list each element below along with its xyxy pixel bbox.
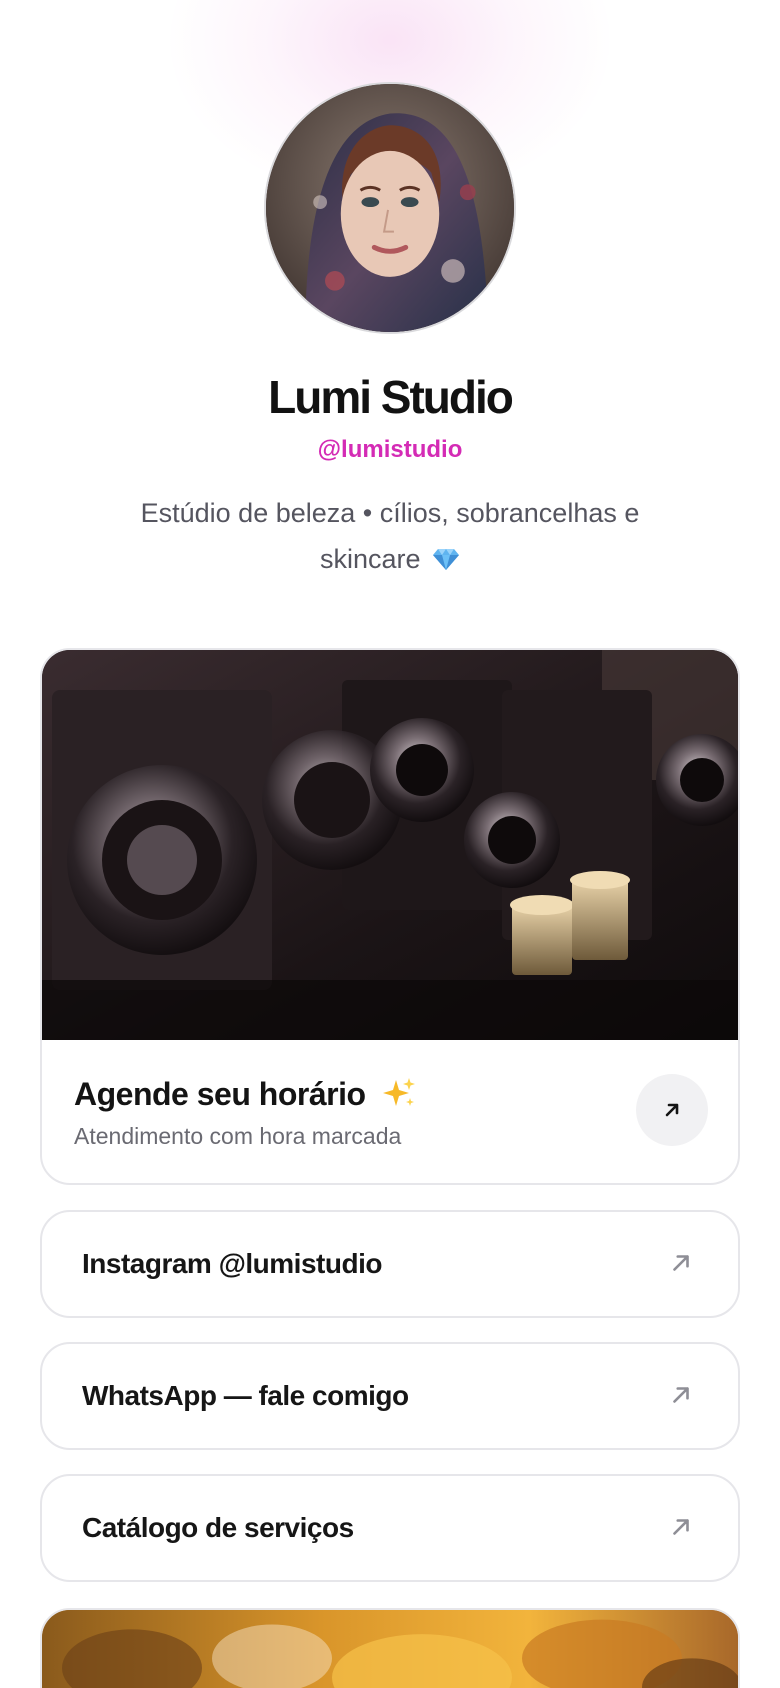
link-label: WhatsApp — fale comigo: [82, 1380, 409, 1411]
avatar: [264, 82, 516, 334]
featured-subtitle: Atendimento com hora marcada: [74, 1123, 402, 1149]
link-in-bio-page: Lumi Studio @lumistudio Estúdio de belez…: [0, 0, 780, 1688]
autumn-leaves-photo: [42, 1610, 738, 1688]
link-catalogo[interactable]: Catálogo de serviços: [40, 1474, 740, 1582]
featured-link-card-2[interactable]: [40, 1608, 740, 1688]
featured-image: [42, 650, 738, 1040]
featured-link-card[interactable]: Agende seu horário Atendimento com hora …: [40, 648, 740, 1185]
bio-text: Estúdio de beleza • cílios, sobrancelhas…: [140, 498, 640, 574]
profile-name: Lumi Studio: [268, 371, 514, 423]
sparkles-icon: [382, 1076, 416, 1110]
arrow-up-right-icon: [673, 1387, 689, 1403]
arrow-up-right-icon: [673, 1255, 689, 1271]
featured-title-text: Agende seu horário: [74, 1076, 366, 1112]
gem-icon: [432, 539, 460, 570]
arrow-up-right-icon: [665, 1103, 679, 1117]
featured-open-button[interactable]: [636, 1074, 708, 1146]
profile-bio: Estúdio de beleza • cílios, sobrancelhas…: [90, 490, 690, 582]
link-instagram[interactable]: Instagram @lumistudio: [40, 1210, 740, 1318]
profile-photo: [266, 84, 514, 332]
arrow-up-right-icon: [673, 1519, 689, 1535]
profile-handle[interactable]: @lumistudio: [0, 436, 780, 464]
link-whatsapp[interactable]: WhatsApp — fale comigo: [40, 1342, 740, 1450]
vintage-cameras-photo: [42, 650, 738, 1040]
link-label: Catálogo de serviços: [82, 1512, 354, 1543]
featured-title: Agende seu horário: [74, 1076, 416, 1113]
link-label: Instagram @lumistudio: [82, 1248, 382, 1279]
